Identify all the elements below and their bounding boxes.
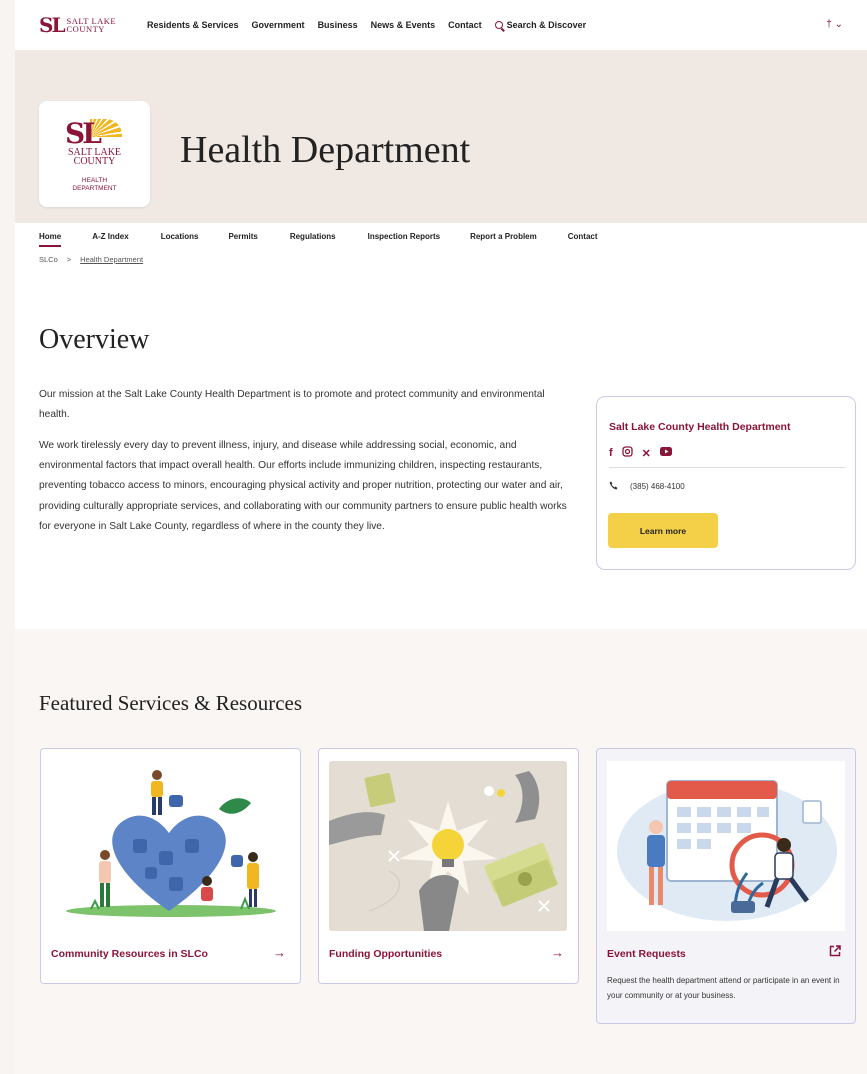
logo-wordmark: SALT LAKE COUNTY [66, 17, 117, 34]
card-title[interactable]: Community Resources in SLCo [51, 948, 208, 960]
page: SL SALT LAKE COUNTY Residents & Services… [15, 0, 867, 1074]
badge-org-line-2: COUNTY [73, 156, 116, 167]
event-calendar-illustration [607, 761, 845, 931]
county-logo[interactable]: SL SALT LAKE COUNTY [39, 12, 137, 38]
arrow-right-icon[interactable]: → [551, 945, 564, 960]
badge-dept-line-2: DEPARTMENT [72, 185, 117, 192]
featured-heading: Featured Services & Resources [39, 691, 303, 715]
logo-monogram: SL [39, 13, 65, 37]
search-label: Search & Discover [506, 20, 587, 30]
phone-number[interactable]: (385) 468-4100 [630, 482, 685, 491]
subnav-locations[interactable]: Locations [161, 232, 199, 241]
subnav-report-problem[interactable]: Report a Problem [470, 232, 537, 241]
breadcrumb-root[interactable]: SLCo [39, 255, 58, 264]
translate-dropdown[interactable]: † ⌄ [826, 19, 843, 30]
subnav-home[interactable]: Home [39, 232, 62, 247]
card-title[interactable]: Funding Opportunities [329, 948, 442, 960]
subnav-az-index[interactable]: A-Z Index [92, 232, 128, 241]
efforts-paragraph: We work tirelessly every day to prevent … [39, 440, 567, 532]
department-subnav: Home A-Z Index Locations Permits Regulat… [15, 223, 867, 249]
top-navigation: SL SALT LAKE COUNTY Residents & Services… [15, 0, 867, 50]
badge-org-name: SALT LAKE COUNTY [39, 148, 150, 167]
subnav-inspection-reports[interactable]: Inspection Reports [368, 232, 440, 241]
external-link-icon[interactable] [829, 945, 841, 960]
card-community-resources[interactable]: Community Resources in SLCo → [40, 748, 301, 984]
nav-residents-services[interactable]: Residents & Services [147, 20, 239, 30]
translate-icon: † [826, 19, 832, 30]
funding-collage-image [329, 761, 567, 931]
nav-contact[interactable]: Contact [448, 20, 482, 30]
health-department-logo: SL SALT LAKE COUNTY HEALTH DEPARTMENT [39, 101, 150, 207]
heart-puzzle-illustration [51, 761, 289, 931]
arrow-right-icon[interactable]: → [273, 945, 286, 960]
chevron-down-icon: ⌄ [834, 19, 843, 30]
nav-government[interactable]: Government [252, 20, 305, 30]
subnav-permits[interactable]: Permits [228, 232, 257, 241]
card-description: Request the health department attend or … [607, 976, 840, 1000]
learn-more-button[interactable]: Learn more [608, 513, 718, 548]
logo-word-2: COUNTY [66, 24, 105, 34]
subnav-contact[interactable]: Contact [568, 232, 598, 241]
card-divider [609, 467, 845, 468]
nav-business[interactable]: Business [318, 20, 358, 30]
badge-dept-name: HEALTH DEPARTMENT [39, 177, 150, 193]
contact-org-name: Salt Lake County Health Department [609, 421, 791, 433]
page-title: Health Department [180, 129, 471, 171]
youtube-icon[interactable] [659, 447, 672, 459]
facebook-icon[interactable]: f [609, 447, 613, 459]
breadcrumb-separator-icon: > [66, 255, 72, 264]
breadcrumb: SLCo > Health Department [39, 255, 143, 264]
phone-row: (385) 468-4100 [609, 481, 685, 492]
overview-heading: Overview [39, 324, 150, 355]
phone-icon [609, 481, 618, 492]
mission-paragraph: Our mission at the Salt Lake County Heal… [39, 389, 545, 421]
card-title[interactable]: Event Requests [607, 948, 686, 960]
card-funding-opportunities[interactable]: Funding Opportunities → [318, 748, 579, 984]
card-event-requests[interactable]: Event Requests Request the health depart… [596, 748, 856, 1024]
instagram-icon[interactable] [622, 446, 633, 460]
contact-card: Salt Lake County Health Department f ✕ (… [596, 396, 856, 570]
main-menu: Residents & Services Government Business… [147, 20, 495, 30]
x-icon[interactable]: ✕ [642, 447, 651, 460]
nav-news-events[interactable]: News & Events [371, 20, 436, 30]
badge-monogram: SL [65, 117, 102, 150]
subnav-regulations[interactable]: Regulations [290, 232, 336, 241]
search-icon [494, 21, 503, 29]
social-links: f ✕ [609, 446, 672, 460]
badge-dept-line-1: HEALTH [81, 177, 108, 184]
breadcrumb-current[interactable]: Health Department [80, 255, 143, 264]
hero-banner: SL SALT LAKE COUNTY HEALTH DEPARTMENT He… [15, 50, 867, 223]
search-button[interactable]: Search & Discover [494, 20, 587, 30]
